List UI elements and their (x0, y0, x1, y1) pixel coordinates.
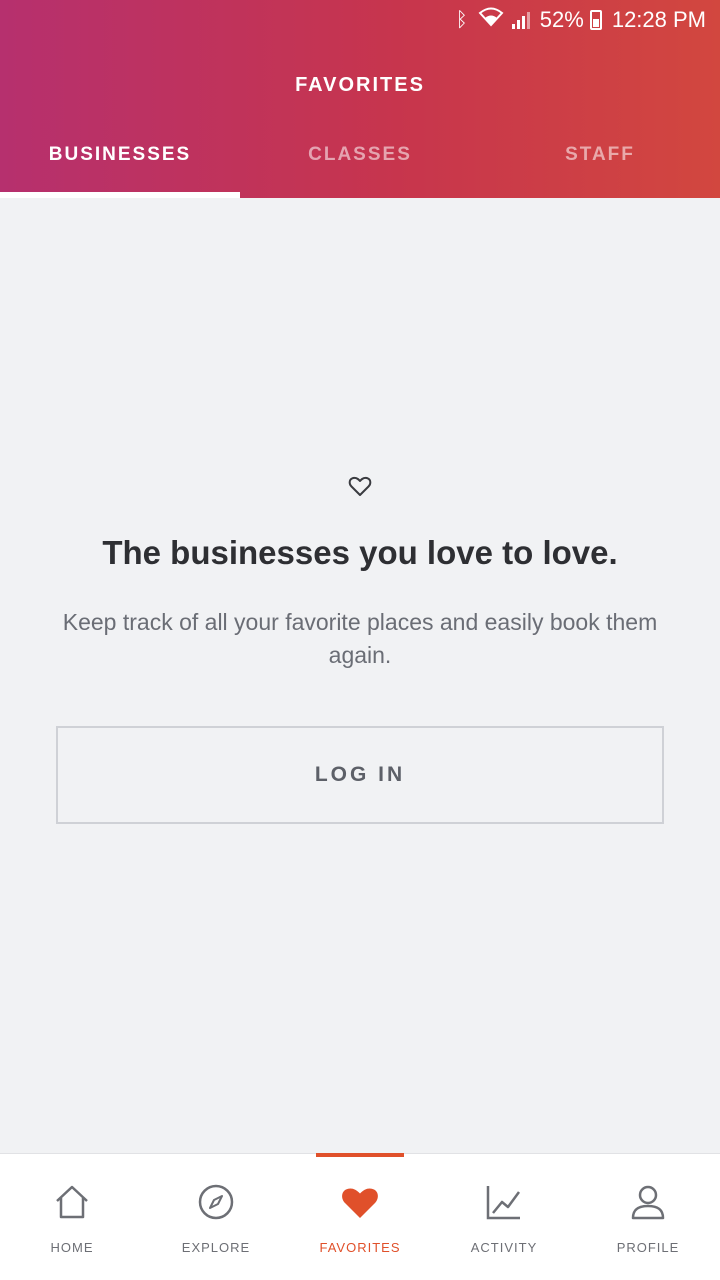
nav-label: HOME (50, 1240, 94, 1255)
nav-item-favorites[interactable]: FAVORITES (288, 1153, 432, 1280)
nav-label: PROFILE (616, 1240, 680, 1255)
clock: 12:28 PM (611, 7, 706, 32)
tab-label: CLASSES (308, 144, 412, 165)
login-button[interactable]: LOG IN (56, 726, 664, 824)
signal-icon (511, 11, 530, 29)
bottom-navigation: HOME EXPLORE FAVORITES ACTIVITY PROFILE (0, 1153, 720, 1280)
active-nav-indicator (316, 1153, 404, 1157)
heart-icon (340, 1182, 380, 1222)
battery-percent: 52% (539, 7, 584, 32)
nav-label: EXPLORE (181, 1240, 251, 1255)
tab-label: BUSINESSES (48, 144, 192, 165)
empty-state-title: The businesses you love to love. (102, 534, 618, 571)
compass-icon (196, 1182, 236, 1222)
nav-item-home[interactable]: HOME (0, 1154, 144, 1280)
empty-state: The businesses you love to love. Keep tr… (0, 198, 720, 1153)
status-bar: ᛒ 52% 12:28 PM (0, 0, 720, 40)
tab-staff[interactable]: STAFF (480, 120, 720, 198)
wifi-icon (478, 7, 504, 33)
tab-businesses[interactable]: BUSINESSES (0, 120, 240, 198)
header: ᛒ 52% 12:28 PM FAVORITES BUSINESSES CLAS… (0, 0, 720, 198)
tab-classes[interactable]: CLASSES (240, 120, 480, 198)
nav-item-explore[interactable]: EXPLORE (144, 1154, 288, 1280)
tab-bar: BUSINESSES CLASSES STAFF (0, 120, 720, 198)
nav-label: ACTIVITY (470, 1240, 538, 1255)
home-icon (52, 1182, 92, 1222)
nav-label: FAVORITES (319, 1240, 401, 1255)
bluetooth-icon: ᛒ (455, 8, 468, 31)
activity-icon (484, 1182, 524, 1222)
battery-icon (589, 10, 602, 30)
profile-icon (628, 1182, 668, 1222)
empty-state-description: Keep track of all your favorite places a… (62, 609, 658, 668)
tab-label: STAFF (565, 144, 635, 165)
nav-item-profile[interactable]: PROFILE (576, 1154, 720, 1280)
heart-outline-icon (348, 474, 372, 498)
nav-item-activity[interactable]: ACTIVITY (432, 1154, 576, 1280)
page-title: FAVORITES (295, 74, 425, 96)
